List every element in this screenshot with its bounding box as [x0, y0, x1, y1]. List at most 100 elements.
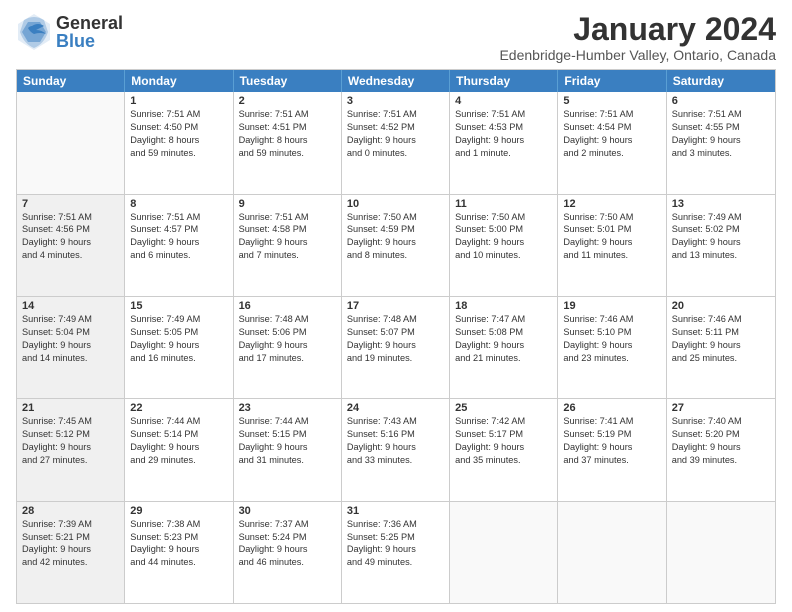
day-number: 6 [672, 95, 770, 107]
cell-line: Sunrise: 7:40 AM [672, 415, 770, 428]
cell-line: Daylight: 9 hours [455, 236, 552, 249]
cell-line: and 13 minutes. [672, 249, 770, 262]
day-number: 31 [347, 505, 444, 517]
cell-line: Sunrise: 7:45 AM [22, 415, 119, 428]
cell-line: Sunset: 5:15 PM [239, 428, 336, 441]
cell-line: Sunrise: 7:51 AM [239, 108, 336, 121]
calendar-cell-day-12: 12Sunrise: 7:50 AMSunset: 5:01 PMDayligh… [558, 195, 666, 296]
cell-line: Sunset: 5:14 PM [130, 428, 227, 441]
weekday-header-sunday: Sunday [17, 70, 125, 92]
cell-line: Daylight: 9 hours [347, 339, 444, 352]
cell-line: Sunrise: 7:39 AM [22, 518, 119, 531]
calendar-cell-day-26: 26Sunrise: 7:41 AMSunset: 5:19 PMDayligh… [558, 399, 666, 500]
calendar-cell-day-27: 27Sunrise: 7:40 AMSunset: 5:20 PMDayligh… [667, 399, 775, 500]
cell-line: Sunset: 4:50 PM [130, 121, 227, 134]
cell-line: Sunset: 5:23 PM [130, 531, 227, 544]
cell-line: Sunrise: 7:51 AM [239, 211, 336, 224]
weekday-header-wednesday: Wednesday [342, 70, 450, 92]
day-number: 21 [22, 402, 119, 414]
cell-line: Sunrise: 7:38 AM [130, 518, 227, 531]
cell-line: Sunset: 5:08 PM [455, 326, 552, 339]
calendar-cell-day-25: 25Sunrise: 7:42 AMSunset: 5:17 PMDayligh… [450, 399, 558, 500]
day-number: 20 [672, 300, 770, 312]
cell-line: Sunrise: 7:36 AM [347, 518, 444, 531]
cell-line: Sunset: 5:19 PM [563, 428, 660, 441]
day-number: 1 [130, 95, 227, 107]
calendar-cell-day-28: 28Sunrise: 7:39 AMSunset: 5:21 PMDayligh… [17, 502, 125, 603]
cell-line: and 17 minutes. [239, 352, 336, 365]
cell-line: Sunrise: 7:43 AM [347, 415, 444, 428]
logo-blue-text: Blue [56, 32, 123, 50]
weekday-header-monday: Monday [125, 70, 233, 92]
cell-line: Sunset: 5:04 PM [22, 326, 119, 339]
cell-line: Sunset: 5:25 PM [347, 531, 444, 544]
calendar-cell-day-5: 5Sunrise: 7:51 AMSunset: 4:54 PMDaylight… [558, 92, 666, 193]
cell-line: and 4 minutes. [22, 249, 119, 262]
cell-line: and 0 minutes. [347, 147, 444, 160]
cell-line: Sunrise: 7:50 AM [347, 211, 444, 224]
calendar-cell-day-7: 7Sunrise: 7:51 AMSunset: 4:56 PMDaylight… [17, 195, 125, 296]
calendar-cell-day-13: 13Sunrise: 7:49 AMSunset: 5:02 PMDayligh… [667, 195, 775, 296]
day-number: 18 [455, 300, 552, 312]
cell-line: Sunset: 5:11 PM [672, 326, 770, 339]
cell-line: Daylight: 9 hours [130, 339, 227, 352]
cell-line: Sunset: 5:16 PM [347, 428, 444, 441]
cell-line: and 42 minutes. [22, 556, 119, 569]
cell-line: Daylight: 9 hours [672, 134, 770, 147]
day-number: 25 [455, 402, 552, 414]
calendar-cell-empty [450, 502, 558, 603]
cell-line: Daylight: 9 hours [22, 339, 119, 352]
day-number: 23 [239, 402, 336, 414]
day-number: 22 [130, 402, 227, 414]
logo-general-text: General [56, 14, 123, 32]
cell-line: Daylight: 8 hours [130, 134, 227, 147]
day-number: 17 [347, 300, 444, 312]
cell-line: Daylight: 9 hours [347, 236, 444, 249]
calendar-cell-day-2: 2Sunrise: 7:51 AMSunset: 4:51 PMDaylight… [234, 92, 342, 193]
day-number: 10 [347, 198, 444, 210]
cell-line: and 44 minutes. [130, 556, 227, 569]
cell-line: Sunset: 5:01 PM [563, 223, 660, 236]
calendar-body: 1Sunrise: 7:51 AMSunset: 4:50 PMDaylight… [17, 92, 775, 603]
cell-line: and 6 minutes. [130, 249, 227, 262]
calendar-header: SundayMondayTuesdayWednesdayThursdayFrid… [17, 70, 775, 92]
cell-line: Sunset: 5:17 PM [455, 428, 552, 441]
cell-line: and 33 minutes. [347, 454, 444, 467]
cell-line: and 27 minutes. [22, 454, 119, 467]
cell-line: and 31 minutes. [239, 454, 336, 467]
title-block: January 2024 Edenbridge-Humber Valley, O… [499, 12, 776, 63]
cell-line: Sunset: 5:07 PM [347, 326, 444, 339]
calendar-cell-day-31: 31Sunrise: 7:36 AMSunset: 5:25 PMDayligh… [342, 502, 450, 603]
cell-line: and 21 minutes. [455, 352, 552, 365]
calendar-cell-day-18: 18Sunrise: 7:47 AMSunset: 5:08 PMDayligh… [450, 297, 558, 398]
cell-line: Sunset: 4:51 PM [239, 121, 336, 134]
page: General Blue January 2024 Edenbridge-Hum… [0, 0, 792, 612]
calendar-cell-day-11: 11Sunrise: 7:50 AMSunset: 5:00 PMDayligh… [450, 195, 558, 296]
cell-line: and 16 minutes. [130, 352, 227, 365]
cell-line: Sunrise: 7:48 AM [347, 313, 444, 326]
header: General Blue January 2024 Edenbridge-Hum… [16, 12, 776, 63]
cell-line: Sunrise: 7:51 AM [672, 108, 770, 121]
cell-line: and 2 minutes. [563, 147, 660, 160]
day-number: 8 [130, 198, 227, 210]
calendar-row-1: 1Sunrise: 7:51 AMSunset: 4:50 PMDaylight… [17, 92, 775, 193]
cell-line: Daylight: 9 hours [239, 339, 336, 352]
cell-line: and 49 minutes. [347, 556, 444, 569]
cell-line: Sunrise: 7:41 AM [563, 415, 660, 428]
cell-line: and 8 minutes. [347, 249, 444, 262]
cell-line: and 59 minutes. [130, 147, 227, 160]
calendar-cell-day-22: 22Sunrise: 7:44 AMSunset: 5:14 PMDayligh… [125, 399, 233, 500]
cell-line: Daylight: 9 hours [130, 543, 227, 556]
cell-line: Daylight: 9 hours [672, 441, 770, 454]
day-number: 11 [455, 198, 552, 210]
cell-line: Daylight: 9 hours [563, 134, 660, 147]
calendar-cell-day-21: 21Sunrise: 7:45 AMSunset: 5:12 PMDayligh… [17, 399, 125, 500]
cell-line: Sunset: 5:06 PM [239, 326, 336, 339]
cell-line: Daylight: 9 hours [455, 339, 552, 352]
cell-line: Sunrise: 7:51 AM [130, 211, 227, 224]
logo-name: General Blue [56, 14, 123, 50]
day-number: 14 [22, 300, 119, 312]
cell-line: and 39 minutes. [672, 454, 770, 467]
weekday-header-thursday: Thursday [450, 70, 558, 92]
cell-line: Sunrise: 7:51 AM [455, 108, 552, 121]
